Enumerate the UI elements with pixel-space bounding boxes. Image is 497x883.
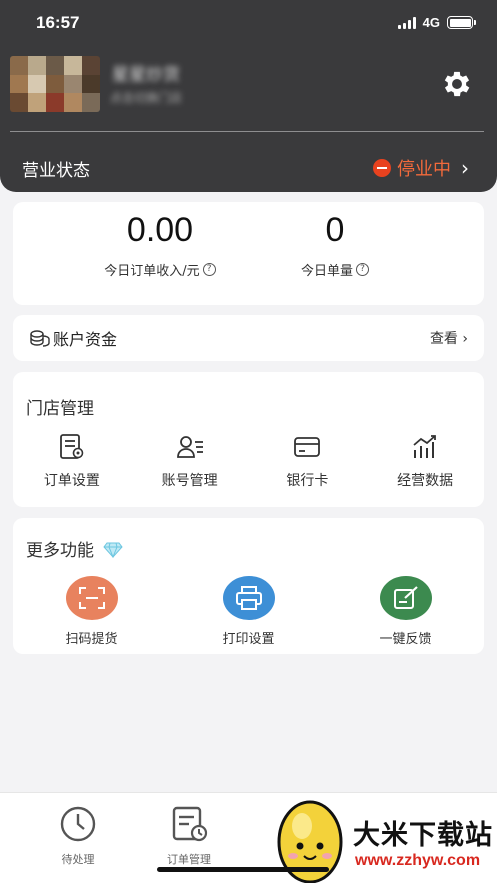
feedback-button[interactable]: 一键反馈 bbox=[327, 576, 484, 647]
switch-store-link[interactable]: 点击切换门店 bbox=[110, 89, 230, 105]
account-management-icon bbox=[176, 436, 203, 458]
store-name[interactable]: 星星炒货 bbox=[112, 60, 222, 85]
store-management-title: 门店管理 bbox=[26, 399, 94, 419]
home-indicator[interactable] bbox=[157, 867, 329, 872]
printer-icon bbox=[235, 586, 262, 610]
order-settings-button[interactable]: 订单设置 bbox=[13, 432, 131, 490]
more-functions-card: 更多功能 扫码提货 打印设置 一键反馈 bbox=[13, 518, 484, 654]
store-avatar[interactable] bbox=[10, 56, 100, 112]
bank-card-label: 银行卡 bbox=[286, 473, 329, 489]
status-icons: 4G bbox=[397, 15, 476, 30]
scan-pickup-button[interactable]: 扫码提货 bbox=[13, 576, 170, 647]
business-status-label: 营业状态 bbox=[22, 161, 90, 181]
help-icon[interactable]: ? bbox=[356, 263, 369, 276]
orders-value: 0 bbox=[325, 211, 345, 249]
account-funds-title: 账户资金 bbox=[53, 330, 118, 349]
income-value: 0.00 bbox=[126, 211, 194, 249]
scan-pickup-label: 扫码提货 bbox=[65, 632, 118, 647]
orders-label: 今日单量 bbox=[300, 264, 353, 279]
chevron-right-icon: › bbox=[461, 156, 469, 180]
account-management-label: 账号管理 bbox=[161, 473, 218, 489]
view-label: 查看 bbox=[429, 331, 458, 347]
status-time: 16:57 bbox=[36, 13, 80, 32]
tab-order-management-label: 订单管理 bbox=[167, 853, 211, 866]
today-stats-card: 0.00 今日订单收入/元 ? 0 今日单量 ? bbox=[13, 202, 484, 305]
view-funds-link[interactable]: 查看 › bbox=[430, 328, 468, 348]
scan-circle bbox=[65, 576, 118, 620]
account-management-button[interactable]: 账号管理 bbox=[131, 432, 249, 490]
feedback-circle bbox=[379, 576, 432, 620]
business-status-toggle[interactable]: 停业中 › bbox=[373, 155, 469, 181]
coins-icon bbox=[30, 330, 50, 347]
business-status-value: 停业中 bbox=[397, 159, 451, 180]
feedback-label: 一键反馈 bbox=[379, 632, 432, 647]
more-functions-header: 更多功能 bbox=[26, 536, 124, 561]
stop-icon bbox=[373, 159, 391, 177]
order-settings-label: 订单设置 bbox=[43, 473, 100, 489]
income-label: 今日订单收入/元 bbox=[104, 264, 200, 279]
business-data-icon bbox=[413, 435, 437, 458]
business-data-button[interactable]: 经营数据 bbox=[366, 432, 484, 490]
feedback-icon bbox=[393, 586, 418, 609]
diamond-icon bbox=[103, 542, 124, 558]
income-stat: 0.00 今日订单收入/元 ? bbox=[60, 208, 260, 279]
signal-icon bbox=[397, 16, 416, 29]
printer-circle bbox=[222, 576, 275, 620]
store-header: 16:57 4G 星星炒货 点击切换门店 营业状态 停业中 › bbox=[0, 0, 497, 192]
business-data-label: 经营数据 bbox=[397, 473, 454, 489]
tab-order-management[interactable]: 订单管理 bbox=[154, 805, 224, 867]
order-list-icon bbox=[172, 806, 208, 842]
account-funds-row[interactable]: 账户资金 查看 › bbox=[13, 315, 484, 361]
clock-icon bbox=[60, 806, 96, 842]
network-type: 4G bbox=[422, 15, 440, 30]
order-settings-icon bbox=[59, 434, 84, 459]
bank-card-icon bbox=[294, 437, 321, 457]
battery-icon bbox=[447, 16, 476, 29]
more-functions-title: 更多功能 bbox=[26, 541, 94, 561]
tab-pending[interactable]: 待处理 bbox=[43, 805, 113, 867]
watermark-url: www.zzhyw.com bbox=[355, 852, 481, 869]
print-settings-label: 打印设置 bbox=[222, 632, 275, 647]
bank-card-button[interactable]: 银行卡 bbox=[249, 432, 367, 490]
status-bar: 16:57 4G bbox=[0, 0, 497, 48]
header-divider bbox=[10, 131, 484, 132]
scan-icon bbox=[78, 587, 105, 609]
tab-pending-label: 待处理 bbox=[61, 853, 95, 866]
orders-stat: 0 今日单量 ? bbox=[235, 208, 435, 279]
watermark-title: 大米下载站 bbox=[353, 820, 493, 851]
help-icon[interactable]: ? bbox=[202, 263, 216, 276]
store-management-card: 门店管理 订单设置 账号管理 银行卡 经营数据 bbox=[13, 372, 484, 507]
gear-icon[interactable] bbox=[440, 67, 474, 101]
print-settings-button[interactable]: 打印设置 bbox=[170, 576, 327, 647]
